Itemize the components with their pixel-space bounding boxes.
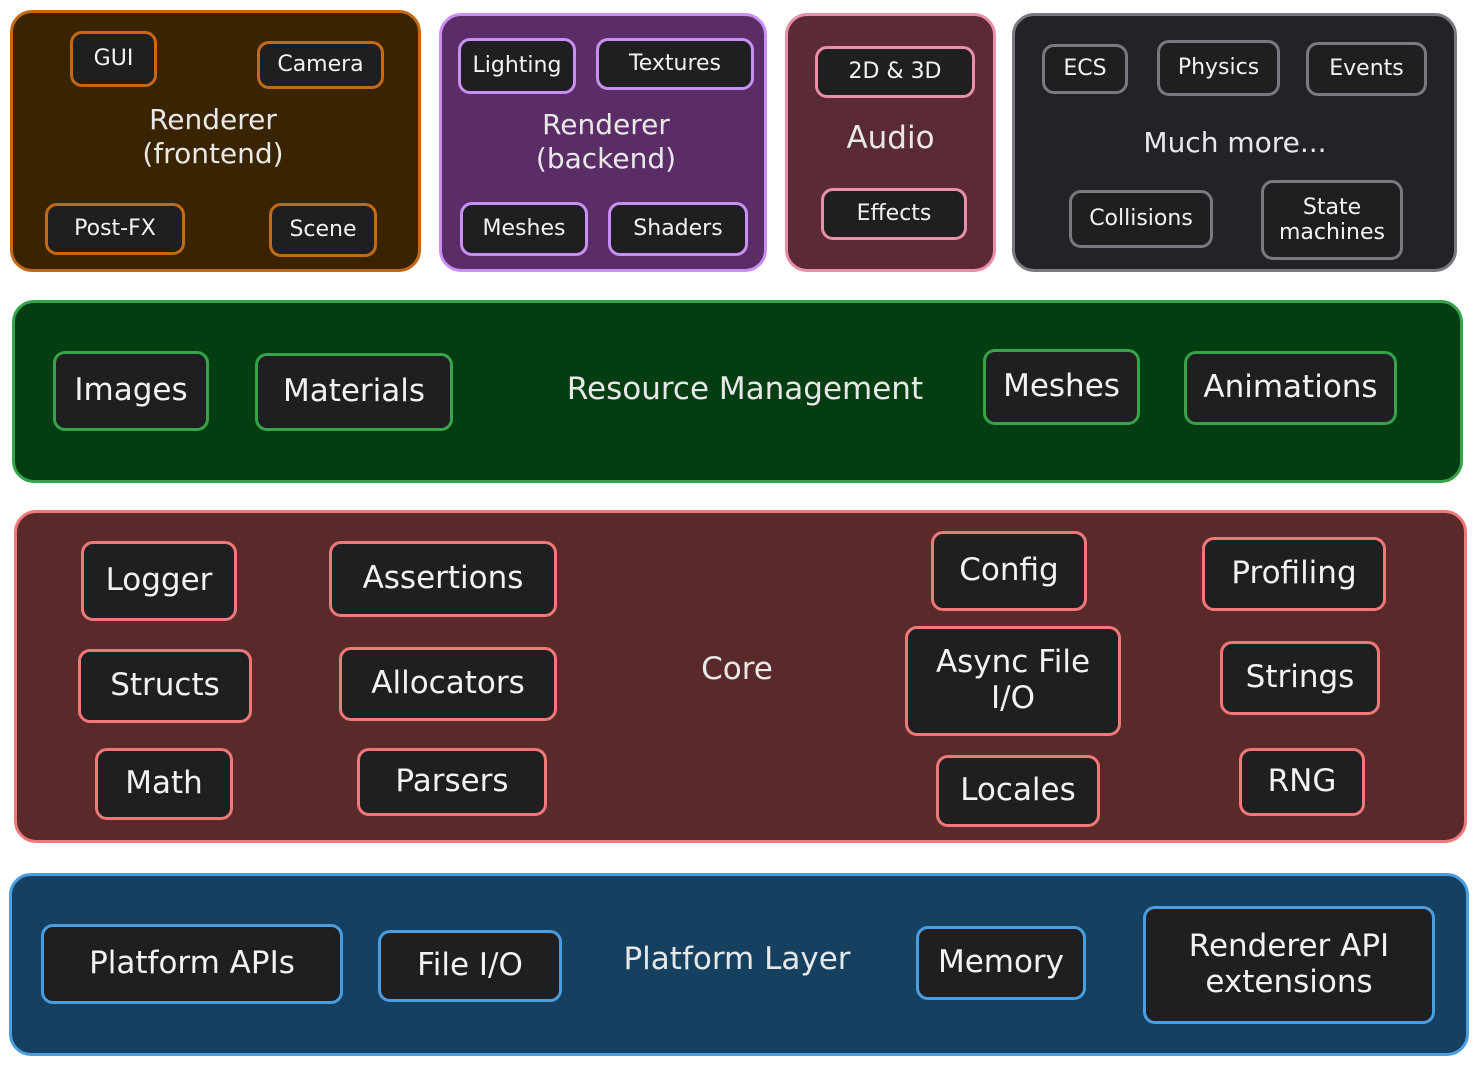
post-fx-chip: Post-FX bbox=[45, 203, 185, 255]
collisions-chip: Collisions bbox=[1069, 190, 1213, 248]
images-chip: Images bbox=[53, 351, 209, 431]
logger-chip: Logger bbox=[81, 541, 237, 621]
textures-chip: Textures bbox=[596, 38, 754, 90]
memory-chip: Memory bbox=[916, 926, 1086, 1000]
core-panel: Core Logger Assertions Config Profiling … bbox=[14, 510, 1467, 843]
profiling-chip: Profiling bbox=[1202, 537, 1386, 611]
parsers-chip: Parsers bbox=[357, 748, 547, 816]
effects-chip: Effects bbox=[821, 188, 967, 240]
2d-3d-chip: 2D & 3D bbox=[815, 46, 975, 98]
audio-panel: Audio 2D & 3D Effects bbox=[785, 13, 996, 272]
platform-apis-chip: Platform APIs bbox=[41, 924, 343, 1004]
platform-layer-title: Platform Layer bbox=[623, 941, 851, 977]
materials-chip: Materials bbox=[255, 353, 453, 431]
assertions-chip: Assertions bbox=[329, 541, 557, 617]
file-io-chip: File I/O bbox=[378, 930, 562, 1002]
scene-chip: Scene bbox=[269, 203, 377, 257]
async-file-io-chip: Async File I/O bbox=[905, 626, 1121, 736]
much-more-panel: Much more... ECS Physics Events Collisio… bbox=[1012, 13, 1457, 272]
renderer-frontend-title: Renderer (frontend) bbox=[142, 103, 284, 170]
resource-management-title: Resource Management bbox=[566, 371, 924, 407]
meshes-chip: Meshes bbox=[460, 202, 588, 256]
renderer-backend-title: Renderer (backend) bbox=[535, 108, 677, 175]
camera-chip: Camera bbox=[257, 41, 384, 89]
renderer-api-extensions-chip: Renderer API extensions bbox=[1143, 906, 1435, 1024]
meshes-resource-chip: Meshes bbox=[983, 349, 1140, 425]
strings-chip: Strings bbox=[1220, 641, 1380, 715]
state-machines-chip: State machines bbox=[1261, 180, 1403, 260]
allocators-chip: Allocators bbox=[339, 647, 557, 721]
animations-chip: Animations bbox=[1184, 351, 1397, 425]
locales-chip: Locales bbox=[936, 755, 1100, 827]
gui-chip: GUI bbox=[70, 31, 157, 87]
structs-chip: Structs bbox=[78, 649, 252, 723]
core-title: Core bbox=[701, 651, 773, 687]
rng-chip: RNG bbox=[1239, 748, 1365, 816]
much-more-title: Much more... bbox=[1143, 126, 1327, 159]
ecs-chip: ECS bbox=[1042, 44, 1128, 94]
resource-management-panel: Resource Management Images Materials Mes… bbox=[12, 300, 1463, 483]
audio-title: Audio bbox=[846, 120, 935, 156]
physics-chip: Physics bbox=[1157, 40, 1280, 96]
math-chip: Math bbox=[95, 748, 233, 820]
events-chip: Events bbox=[1306, 42, 1427, 96]
renderer-backend-panel: Renderer (backend) Lighting Textures Mes… bbox=[439, 13, 767, 272]
shaders-chip: Shaders bbox=[608, 202, 748, 256]
config-chip: Config bbox=[931, 531, 1087, 611]
lighting-chip: Lighting bbox=[458, 38, 576, 94]
renderer-frontend-panel: Renderer (frontend) GUI Camera Post-FX S… bbox=[10, 10, 421, 272]
platform-layer-panel: Platform Layer Platform APIs File I/O Me… bbox=[9, 873, 1469, 1056]
